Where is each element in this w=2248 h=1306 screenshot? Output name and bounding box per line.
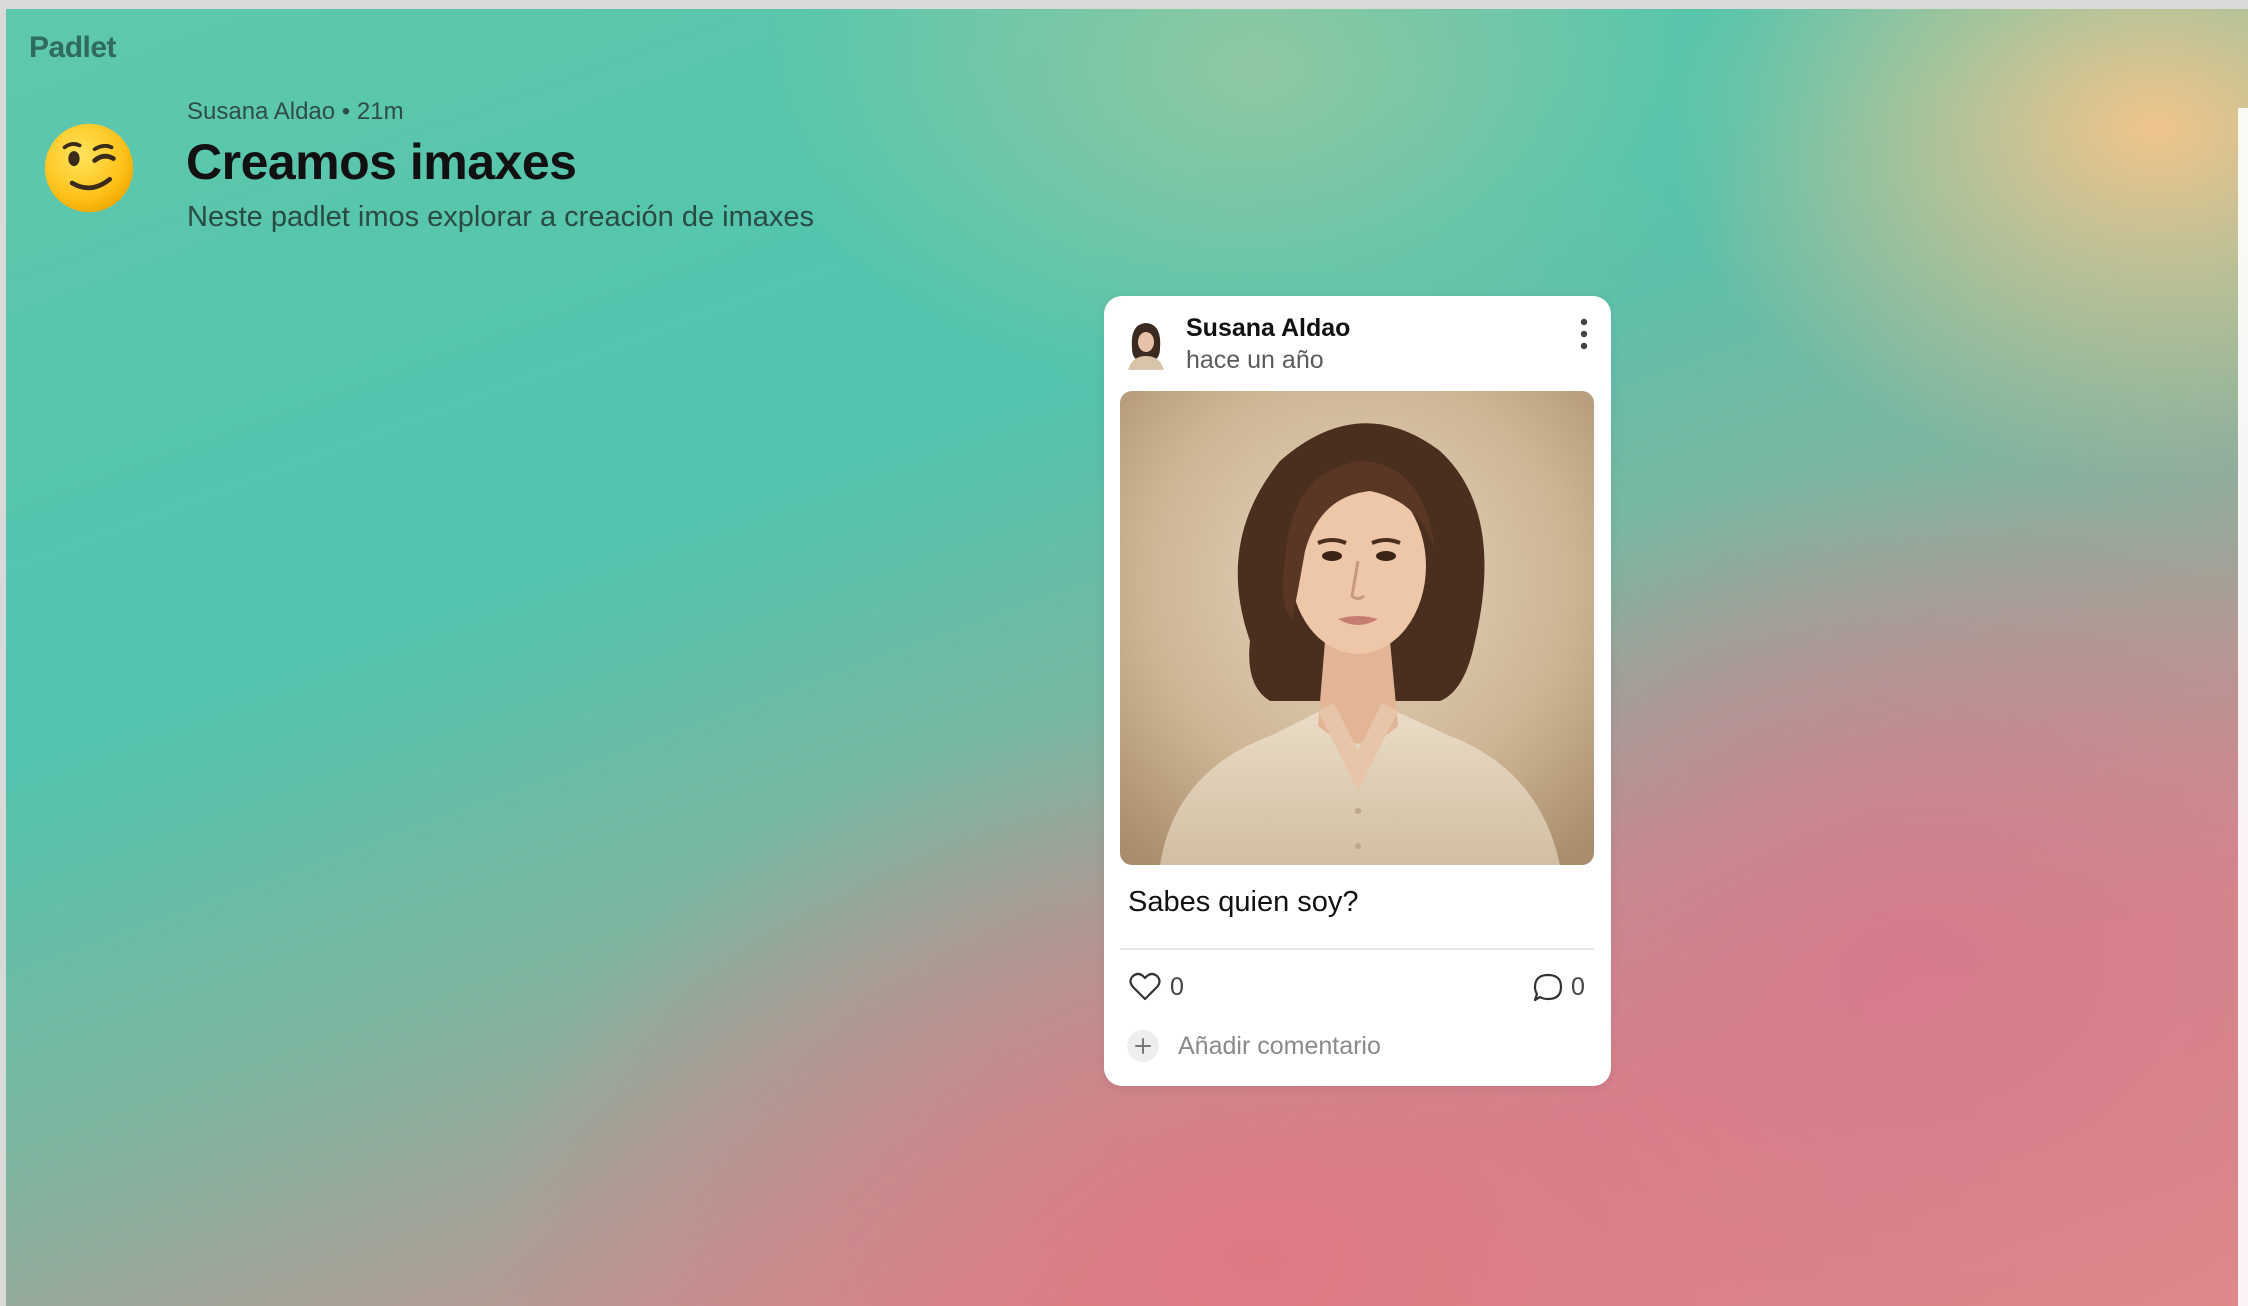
post-card[interactable]: Susana Aldao hace un año Sabes quien soy… xyxy=(1104,296,1611,1086)
add-comment-input[interactable]: Añadir comentario xyxy=(1126,1026,1586,1066)
comment-count: 0 xyxy=(1571,973,1585,1001)
post-author[interactable]: Susana Aldao xyxy=(1186,314,1350,343)
winking-face-icon xyxy=(44,123,134,213)
padlet-age: 21m xyxy=(356,98,404,125)
padlet-meta: Susana Aldao • 21m xyxy=(187,98,404,126)
heart-icon[interactable] xyxy=(1128,970,1162,1004)
comment-icon[interactable] xyxy=(1531,971,1565,1005)
portrait-image[interactable] xyxy=(1120,391,1594,865)
like-count: 0 xyxy=(1170,973,1184,1001)
padlet-title: Creamos imaxes xyxy=(186,134,577,190)
right-panel-edge xyxy=(2238,108,2248,1306)
padlet-author[interactable]: Susana Aldao xyxy=(187,98,335,125)
plus-icon xyxy=(1127,1030,1159,1062)
author-avatar xyxy=(1124,318,1168,370)
card-divider xyxy=(1120,948,1594,950)
more-options-icon[interactable] xyxy=(1572,314,1596,354)
padlet-description: Neste padlet imos explorar a creación de… xyxy=(187,201,815,233)
meta-separator: • xyxy=(341,98,351,125)
post-time: hace un año xyxy=(1186,346,1324,374)
padlet-canvas: Padlet Susana Aldao • 21m Creamos imaxes… xyxy=(6,9,2248,1306)
add-comment-placeholder: Añadir comentario xyxy=(1178,1031,1381,1060)
post-caption: Sabes quien soy? xyxy=(1128,886,1359,918)
padlet-logo[interactable]: Padlet xyxy=(29,31,117,65)
